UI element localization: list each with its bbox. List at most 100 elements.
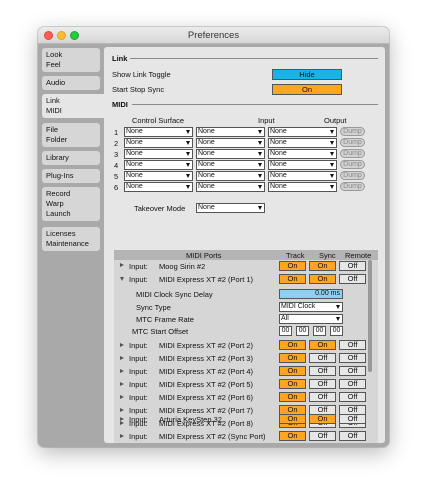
sidebar-tab-audio[interactable]: Audio — [42, 76, 100, 90]
mtc-frame-rate-dropdown[interactable]: All — [279, 314, 343, 324]
dump-button[interactable]: Dump — [340, 160, 365, 169]
sidebar-tab-library[interactable]: Library — [42, 151, 100, 165]
dump-button[interactable]: Dump — [340, 171, 365, 180]
output-dropdown[interactable]: None — [268, 149, 337, 159]
expand-arrow-icon[interactable] — [120, 434, 124, 438]
midi-clock-sync-delay-label: MIDI Clock Sync Delay — [136, 290, 213, 299]
dump-button[interactable]: Dump — [340, 149, 365, 158]
track-toggle[interactable]: On — [279, 353, 306, 363]
control-surface-dropdown[interactable]: None — [124, 127, 193, 137]
track-toggle[interactable]: On — [279, 340, 306, 350]
preferences-window: Preferences Look Feel Audio Link MIDI Fi… — [38, 27, 389, 447]
expand-arrow-icon[interactable] — [120, 356, 124, 360]
sidebar-tab-look-feel[interactable]: Look Feel — [42, 48, 100, 72]
control-surface-dropdown[interactable]: None — [124, 138, 193, 148]
mtc-offset-frames-field[interactable]: 00 — [330, 326, 343, 336]
output-dropdown[interactable]: None — [268, 182, 337, 192]
port-direction: Input: — [129, 406, 148, 415]
port-name: Arturia KeyStep 32 — [159, 415, 222, 424]
remote-toggle[interactable]: Off — [339, 379, 366, 389]
show-link-toggle-button[interactable]: Hide — [272, 69, 342, 80]
dropdown-arrow-icon — [330, 174, 334, 178]
remote-toggle[interactable]: Off — [339, 414, 366, 424]
expand-arrow-icon[interactable] — [120, 369, 124, 373]
control-surface-dropdown[interactable]: None — [124, 160, 193, 170]
remote-toggle[interactable]: Off — [339, 261, 366, 271]
remote-toggle[interactable]: Off — [339, 431, 366, 441]
remote-toggle[interactable]: Off — [339, 274, 366, 284]
section-divider — [130, 58, 378, 59]
input-dropdown[interactable]: None — [196, 127, 265, 137]
expand-arrow-icon[interactable] — [120, 263, 124, 267]
sync-toggle[interactable]: On — [309, 261, 336, 271]
input-dropdown[interactable]: None — [196, 149, 265, 159]
input-dropdown[interactable]: None — [196, 160, 265, 170]
dump-button[interactable]: Dump — [340, 138, 365, 147]
sync-toggle[interactable]: Off — [309, 392, 336, 402]
expand-arrow-icon[interactable] — [120, 417, 124, 421]
start-stop-sync-button[interactable]: On — [272, 84, 342, 95]
track-toggle[interactable]: On — [279, 366, 306, 376]
dump-button[interactable]: Dump — [340, 127, 365, 136]
port-direction: Input: — [129, 380, 148, 389]
mtc-offset-minutes-field[interactable]: 00 — [296, 326, 309, 336]
expand-arrow-icon[interactable] — [120, 421, 124, 425]
control-surface-dropdown[interactable]: None — [124, 182, 193, 192]
port-direction: Input: — [129, 275, 148, 284]
output-dropdown[interactable]: None — [268, 171, 337, 181]
sidebar-tab-record-warp-launch[interactable]: Record Warp Launch — [42, 187, 100, 221]
dropdown-arrow-icon — [186, 163, 190, 167]
expand-arrow-icon[interactable] — [120, 408, 124, 412]
preferences-content: Link Show Link Toggle Hide Start Stop Sy… — [104, 47, 385, 443]
remote-toggle[interactable]: Off — [339, 366, 366, 376]
track-toggle[interactable]: On — [279, 414, 306, 424]
sync-toggle[interactable]: Off — [309, 353, 336, 363]
sidebar-tab-link-midi[interactable]: Link MIDI — [42, 94, 108, 118]
title-bar[interactable]: Preferences — [38, 27, 389, 44]
dropdown-value: None — [270, 128, 287, 135]
output-dropdown[interactable]: None — [268, 138, 337, 148]
mtc-offset-seconds-field[interactable]: 00 — [313, 326, 326, 336]
track-toggle[interactable]: On — [279, 379, 306, 389]
input-dropdown[interactable]: None — [196, 182, 265, 192]
sync-toggle[interactable]: Off — [309, 379, 336, 389]
remote-toggle[interactable]: Off — [339, 340, 366, 350]
track-toggle[interactable]: On — [279, 261, 306, 271]
dropdown-value: None — [126, 150, 143, 157]
port-direction: Input: — [129, 393, 148, 402]
output-dropdown[interactable]: None — [268, 160, 337, 170]
sync-toggle[interactable]: Off — [309, 366, 336, 376]
control-surface-dropdown[interactable]: None — [124, 149, 193, 159]
expand-arrow-icon[interactable] — [120, 395, 124, 399]
input-dropdown[interactable]: None — [196, 138, 265, 148]
takeover-mode-dropdown[interactable]: None — [196, 203, 265, 213]
track-toggle[interactable]: On — [279, 392, 306, 402]
collapse-arrow-icon[interactable] — [120, 277, 124, 281]
dump-button[interactable]: Dump — [340, 182, 365, 191]
port-direction: Input: — [129, 354, 148, 363]
sidebar-tab-file-folder[interactable]: File Folder — [42, 123, 100, 147]
track-toggle[interactable]: On — [279, 274, 306, 284]
sync-type-dropdown[interactable]: MIDI Clock — [279, 302, 343, 312]
ports-scrollbar[interactable] — [368, 260, 372, 372]
sync-toggle[interactable]: On — [309, 340, 336, 350]
dropdown-arrow-icon — [186, 141, 190, 145]
sync-toggle[interactable]: On — [309, 274, 336, 284]
midi-clock-sync-delay-field[interactable]: 0.00 ms — [279, 289, 343, 299]
input-dropdown[interactable]: None — [196, 171, 265, 181]
track-toggle[interactable]: On — [279, 431, 306, 441]
expand-arrow-icon[interactable] — [120, 343, 124, 347]
control-surface-dropdown[interactable]: None — [124, 171, 193, 181]
remote-toggle[interactable]: Off — [339, 353, 366, 363]
remote-toggle[interactable]: Off — [339, 392, 366, 402]
expand-arrow-icon[interactable] — [120, 382, 124, 386]
sidebar-tab-plug-ins[interactable]: Plug-Ins — [42, 169, 100, 183]
sync-toggle[interactable]: Off — [309, 431, 336, 441]
sidebar-tab-licenses-maintenance[interactable]: Licenses Maintenance — [42, 227, 100, 251]
sidebar-tab-label: Audio — [46, 78, 66, 87]
sidebar-tab-label: Maintenance — [46, 239, 89, 248]
sync-toggle[interactable]: On — [309, 414, 336, 424]
output-dropdown[interactable]: None — [268, 127, 337, 137]
dropdown-value: None — [126, 161, 143, 168]
mtc-offset-hours-field[interactable]: 00 — [279, 326, 292, 336]
